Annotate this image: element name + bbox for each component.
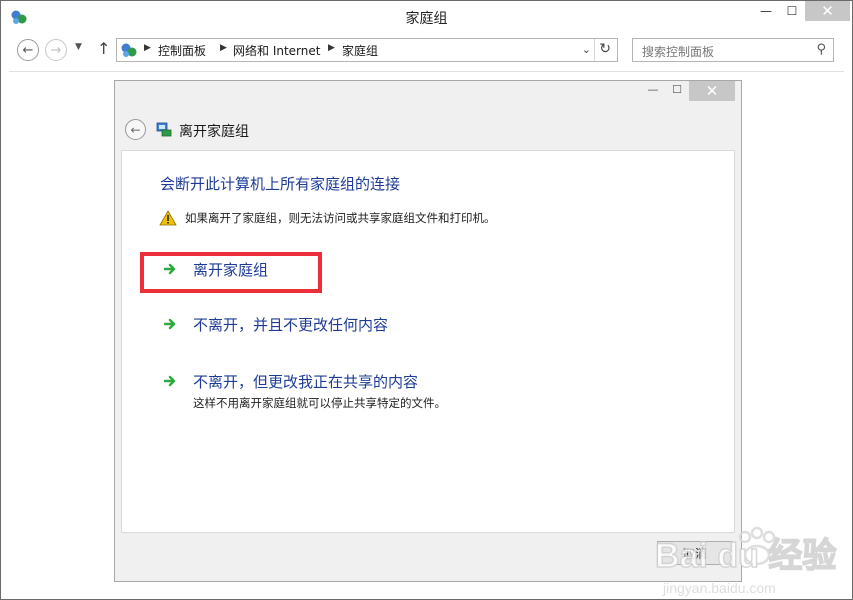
forward-button[interactable]: → (45, 39, 67, 61)
warning-text: 如果离开了家庭组，则无法访问或共享家庭组文件和打印机。 (185, 211, 496, 225)
option-label[interactable]: 不离开，但更改我正在共享的内容 (193, 371, 418, 392)
title-bar: 家庭组 — ☐ ✕ (1, 1, 852, 33)
divider (9, 71, 844, 72)
search-icon[interactable]: ⚲ (816, 42, 826, 57)
homegroup-dialog: — ☐ ✕ ← 离开家庭组 会断开此计算机上所有家庭组的连接 如果离开了家庭组，… (114, 80, 742, 582)
maximize-button[interactable]: ☐ (779, 1, 805, 21)
green-arrow-icon (164, 263, 176, 275)
dialog-content: 会断开此计算机上所有家庭组的连接 如果离开了家庭组，则无法访问或共享家庭组文件和… (121, 150, 735, 533)
recent-locations-dropdown[interactable]: ▼ (75, 42, 82, 52)
warning-triangle-icon (159, 210, 177, 226)
dialog-title: 离开家庭组 (179, 124, 249, 140)
close-button[interactable]: ✕ (805, 1, 850, 21)
breadcrumb-separator-icon: ▶ (328, 43, 335, 53)
breadcrumb-separator-icon: ▶ (220, 43, 227, 53)
green-arrow-icon (164, 318, 176, 330)
dialog-back-button[interactable]: ← (125, 119, 146, 140)
window-frame: 家庭组 — ☐ ✕ ← → ▼ ↑ ▶ 控制面板 ▶ 网络和 Internet … (0, 0, 853, 600)
baidu-watermark: Bai du 经验 jingyan.baidu.com (654, 526, 837, 596)
option-description: 这样不用离开家庭组就可以停止共享特定的文件。 (193, 396, 446, 410)
minimize-button[interactable]: — (753, 1, 779, 21)
watermark-brand: Bai du 经验 (655, 536, 836, 575)
homegroup-network-icon (156, 122, 172, 137)
option-label[interactable]: 不离开，并且不更改任何内容 (193, 314, 388, 335)
up-button[interactable]: ↑ (97, 39, 110, 58)
green-arrow-icon (164, 375, 176, 387)
navigation-bar: ← → ▼ ↑ ▶ 控制面板 ▶ 网络和 Internet ▶ 家庭组 ⌄ ↻ … (1, 33, 852, 69)
page-headline: 会断开此计算机上所有家庭组的连接 (160, 175, 401, 193)
dialog-maximize-button[interactable]: ☐ (665, 83, 689, 101)
option-label[interactable]: 离开家庭组 (193, 259, 268, 280)
back-button[interactable]: ← (17, 39, 39, 61)
dialog-minimize-button[interactable]: — (641, 83, 665, 101)
dialog-close-button[interactable]: ✕ (689, 81, 735, 101)
breadcrumb-network-internet[interactable]: 网络和 Internet (233, 42, 320, 59)
search-input[interactable]: 搜索控制面板 ⚲ (632, 38, 834, 62)
homegroup-icon (121, 43, 137, 57)
breadcrumb-control-panel[interactable]: 控制面板 (158, 42, 206, 59)
watermark-url: jingyan.baidu.com (662, 580, 776, 596)
address-bar[interactable]: ▶ 控制面板 ▶ 网络和 Internet ▶ 家庭组 ⌄ ↻ (116, 38, 618, 62)
address-dropdown-icon[interactable]: ⌄ (582, 43, 591, 56)
window-title: 家庭组 (405, 11, 448, 27)
breadcrumb-homegroup[interactable]: 家庭组 (342, 42, 378, 59)
breadcrumb-separator-icon: ▶ (144, 43, 151, 53)
address-divider (594, 39, 595, 61)
refresh-icon[interactable]: ↻ (599, 41, 611, 57)
search-placeholder: 搜索控制面板 (642, 45, 715, 59)
